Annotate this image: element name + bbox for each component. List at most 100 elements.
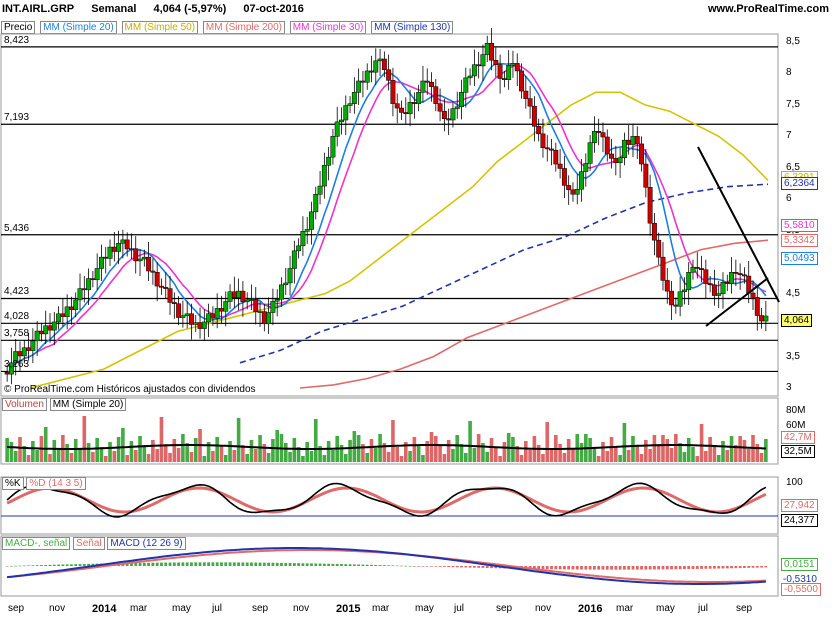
macd-histogram-bar <box>52 564 56 566</box>
macd-lines <box>5 547 768 585</box>
volume-bar <box>386 452 391 462</box>
macd-histogram-bar <box>130 563 133 566</box>
macd-signal-label[interactable]: MACD-, señal <box>2 537 71 550</box>
last-price-label: 4,064 (-5,97%) <box>153 3 227 15</box>
volume-bars <box>5 416 768 462</box>
candle-up <box>364 70 370 83</box>
candle-up <box>51 321 57 331</box>
stoch-k-label[interactable]: %K <box>2 477 24 490</box>
volume-bar <box>193 438 198 462</box>
price-levels <box>1 46 778 373</box>
candle-down <box>527 98 533 107</box>
candle-down <box>540 133 546 148</box>
macd-histogram-bar <box>91 563 95 566</box>
period-label: Semanal <box>91 3 137 15</box>
volume-bar <box>26 455 31 462</box>
macd-histogram-bar <box>734 566 738 569</box>
candle-down <box>60 313 66 317</box>
legend-ma50[interactable]: MM (Simple 50) <box>121 21 199 34</box>
macd-histogram-bar <box>502 566 506 569</box>
macd-histogram-bar <box>142 562 146 566</box>
volume-bar <box>759 453 764 462</box>
macd-histogram-bar <box>477 566 481 568</box>
volume-bar <box>245 454 249 462</box>
volume-bar <box>223 455 228 462</box>
volume-bar <box>502 442 507 462</box>
macd-histogram-bar <box>284 562 288 566</box>
macd-histogram-bar <box>730 566 733 569</box>
candle-up <box>274 299 280 302</box>
price-legend: Precio MM (Simple 20) MM (Simple 50) MM … <box>1 21 455 34</box>
candle-up <box>587 142 593 164</box>
volume-bar <box>755 444 760 462</box>
candle-down <box>240 290 246 303</box>
macd-histogram-bar <box>207 562 211 566</box>
volume-bar <box>211 451 215 462</box>
candle-down <box>523 90 529 99</box>
macd-histogram-bar <box>657 566 661 570</box>
macd-senal-label[interactable]: Señal <box>73 537 105 550</box>
candle-down <box>703 269 709 284</box>
candle-up <box>720 282 726 294</box>
level-label: 4,028 <box>4 311 30 323</box>
ma200-line <box>299 239 769 389</box>
macd-histogram-bar <box>95 563 99 566</box>
candle-up <box>34 330 40 342</box>
candle-up <box>107 246 113 259</box>
candle-up <box>98 256 104 269</box>
candle-up <box>180 315 186 318</box>
volume-bar <box>288 452 292 462</box>
candle-up <box>510 63 516 66</box>
stoch-d-label[interactable]: %D (14 3 5) <box>26 477 86 490</box>
candle-up <box>249 299 254 301</box>
candle-up <box>377 58 383 62</box>
macd-histogram-bar <box>254 562 258 566</box>
macd-histogram-bar <box>215 562 219 566</box>
legend-ma130[interactable]: MM (Simple 130) <box>371 21 454 34</box>
volume-ma-label[interactable]: MM (Simple 20) <box>49 398 127 411</box>
legend-ma20[interactable]: MM (Simple 20) <box>40 21 117 34</box>
macd-histogram-bar <box>14 565 18 567</box>
candle-up <box>407 102 413 114</box>
volume-bar <box>86 443 91 462</box>
candle-up <box>193 322 199 325</box>
macd-histogram-bar <box>614 566 618 570</box>
macd-histogram-bar <box>228 562 232 566</box>
site-label[interactable]: www.ProRealTime.com <box>708 3 829 15</box>
macd-histogram-bar <box>250 562 253 566</box>
macd-histogram-bar <box>262 562 266 566</box>
volume-bar <box>408 451 412 462</box>
candle-up <box>120 239 126 244</box>
volume-bar <box>494 447 498 462</box>
volume-bar <box>331 450 335 462</box>
macd-main-label[interactable]: MACD (12 26 9) <box>107 537 186 550</box>
volume-bar <box>258 435 262 462</box>
legend-ma30[interactable]: MM (Simple 30) <box>289 21 367 34</box>
volume-bar <box>202 456 207 462</box>
time-axis-label: nov <box>535 603 552 614</box>
macd-histogram-bar <box>185 562 189 566</box>
stock-chart[interactable] <box>0 0 835 620</box>
legend-price[interactable]: Precio <box>1 21 36 34</box>
macd-histogram-bar <box>515 566 519 569</box>
volume-bar <box>249 440 254 462</box>
candle-up <box>201 321 207 329</box>
macd-histogram-bar <box>331 563 335 566</box>
macd-histogram-bar <box>361 564 365 566</box>
candle-up <box>21 347 27 357</box>
volume-bar <box>151 440 155 462</box>
candle-down <box>424 80 430 83</box>
legend-ma200[interactable]: MM (Simple 200) <box>202 21 285 34</box>
volume-bar <box>545 422 550 462</box>
volume-bar <box>142 445 147 462</box>
candle-down <box>197 322 203 329</box>
macd-histogram-bar <box>35 565 39 566</box>
macd-histogram-bar <box>472 566 476 568</box>
candle-down <box>493 59 499 65</box>
volume-bar <box>579 443 584 462</box>
macd-histogram-bar <box>224 562 228 566</box>
stoch-d-tag: 27,942 <box>781 499 818 512</box>
candle-down <box>724 282 730 284</box>
macd-histogram-bar <box>61 564 65 566</box>
volume-title[interactable]: Volumen <box>2 398 47 411</box>
